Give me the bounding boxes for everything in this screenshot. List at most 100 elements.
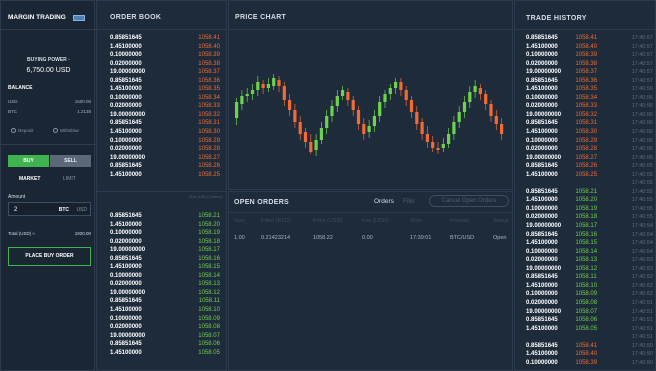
order-book-row[interactable]: 1.45100000 1058.40 [110,43,220,52]
trade-row: 0.10000000 1058.19 17:40:55 [526,205,653,214]
order-amount: 0.85851645 [110,120,142,127]
order-book-row[interactable]: 19.00000000 1058.32 [110,111,220,120]
trade-time: 17:40:56 [631,129,653,136]
order-book-row[interactable]: 0.85851645 1058.11 [110,297,220,306]
order-book-row[interactable]: 0.10000000 1058.39 [110,51,220,60]
trade-price: 1058.37 [575,69,598,76]
order-price: 1058.27 [198,154,220,161]
order-book-row[interactable]: 1.45100000 1058.20 [110,221,220,230]
trade-row: 0.85851645 1058.06 17:40:51 [526,316,653,325]
trade-row: 1.45100000 1058.15 17:40:54 [526,239,653,248]
trade-amount: 0.85851645 [526,317,558,324]
buy-button[interactable]: BUY [8,155,49,167]
candle-up [325,116,329,128]
order-book-row[interactable]: 19.00000000 1058.27 [110,154,220,163]
tab-fills[interactable]: Fills [403,198,415,205]
amount-unit-usd[interactable]: USD [76,207,87,213]
flag-icon[interactable] [73,15,85,21]
withdraw-link[interactable]: Withdraw [53,128,79,133]
trade-price: 1058.10 [575,282,598,289]
candle-up [319,128,323,140]
order-book-row[interactable]: 0.85851645 1058.26 [110,162,220,171]
sell-button[interactable]: SELL [50,155,91,167]
trade-time: 17:40:56 [631,94,653,101]
order-book-row[interactable]: 0.10000000 1058.14 [110,272,220,281]
order-price: 1058.11 [198,298,220,305]
order-book-row[interactable]: 0.02000000 1058.08 [110,323,220,332]
candle-up [314,140,318,150]
order-amount: 1.45100000 [110,129,142,136]
trade-time: 17:40:57 [631,69,653,76]
order-amount: 1.45100000 [110,171,142,178]
amount-input[interactable]: 2 BTC USD [8,202,91,216]
order-book-row[interactable]: 19.00000000 1058.17 [110,246,220,255]
trade-history-panel: TRADE HISTORY 0.85851645 1058.41 17:40:57 1… [514,0,656,371]
order-book-row[interactable]: 1.45100000 1058.30 [110,128,220,137]
order-book-row[interactable]: 0.85851645 1058.06 [110,340,220,349]
candlestick-chart[interactable] [229,30,512,190]
order-price: 1058.40 [198,43,220,50]
divider [97,29,226,30]
trade-row: 0.10000000 1058.39 17:40:50 [526,359,653,368]
order-book-row[interactable]: 1.45100000 1058.10 [110,306,220,315]
order-amount: 0.02000000 [110,281,142,288]
order-book-row[interactable]: 0.10000000 1058.29 [110,137,220,146]
order-amount: 0.02000000 [110,60,142,67]
order-book-row[interactable]: 0.85851645 1058.36 [110,77,220,86]
trade-time: 17:40:53 [631,265,653,272]
deposit-link[interactable]: Deposit [11,128,33,133]
tab-market[interactable]: MARKET [19,176,40,182]
trade-amount: 19.00000000 [526,223,562,230]
order-book-bids: 0.85851645 1058.21 1.45100000 1058.20 0.1000… [110,212,220,357]
order-book-row[interactable]: 19.00000000 1058.12 [110,289,220,298]
place-buy-order-button[interactable]: PLACE BUY ORDER [8,247,91,266]
trade-time: 17:40:56 [631,86,653,93]
order-amount: 0.85851645 [110,255,142,262]
order-book-row[interactable]: 0.02000000 1058.18 [110,238,220,247]
trade-time: 17:40:51 [631,317,653,324]
order-book-row[interactable]: 1.45100000 1058.05 [110,349,220,358]
tab-orders[interactable]: Orders [374,198,394,205]
order-book-row[interactable]: 0.85851645 1058.41 [110,34,220,43]
order-price: 1058.16 [198,255,220,262]
order-book-row[interactable]: 0.02000000 1058.33 [110,102,220,111]
trade-row: 19.00000000 1058.37 17:40:57 [526,68,653,77]
trade-amount: 1.45100000 [526,129,558,136]
order-book-row[interactable]: 0.85851645 1058.21 [110,212,220,221]
order-book-row[interactable]: 0.10000000 1058.34 [110,94,220,103]
trade-amount: 0.85851645 [526,35,558,41]
total-row: Total (USD) ≈ 1920.00 [8,231,91,236]
trade-time: 17:40:55 [631,180,653,187]
amount-unit-btc[interactable]: BTC [59,207,69,213]
order-book-row[interactable]: 0.02000000 1058.28 [110,145,220,154]
order-book-row[interactable]: 19.00000000 1058.07 [110,332,220,341]
info-icon[interactable]: ◦ [68,57,70,63]
balance-amount: 1500.00 [74,99,91,104]
trade-price: 1058.19 [575,205,598,212]
order-book-row[interactable]: 1.45100000 1058.25 [110,171,220,180]
tab-limit[interactable]: LIMIT [63,176,76,182]
trade-row: 0.02000000 1058.28 17:40:56 [526,145,653,154]
candle-down [309,142,313,152]
order-price: 1058.35 [198,86,220,93]
order-book-row[interactable]: 1.45100000 1058.15 [110,263,220,272]
order-book-row[interactable]: 0.10000000 1058.19 [110,229,220,238]
order-book-row[interactable]: 0.85851645 1058.16 [110,255,220,264]
trade-row: 0.02000000 1058.33 17:40:56 [526,102,653,111]
order-book-row[interactable]: 19.00000000 1058.37 [110,68,220,77]
trade-price: 1058.13 [575,257,598,264]
amount-label: Amount [8,194,26,200]
cancel-open-orders-button[interactable]: Cancel Open Orders [429,195,509,207]
order-book-row[interactable]: 0.10000000 1058.09 [110,315,220,324]
order-book-row[interactable]: 0.02000000 1058.38 [110,60,220,69]
candle-up [473,86,477,92]
order-book-row[interactable]: 0.02000000 1058.13 [110,280,220,289]
trade-amount: 1.45100000 [526,282,558,289]
trade-row: 19.00000000 1058.27 17:40:56 [526,154,653,163]
trade-amount: 19.00000000 [526,154,562,161]
order-book-row[interactable]: 1.45100000 1058.35 [110,85,220,94]
divider [97,191,226,192]
trade-time: 17:40:53 [631,257,653,264]
order-book-row[interactable]: 0.85851645 1058.31 [110,119,220,128]
trade-amount: 1.45100000 [526,197,558,204]
